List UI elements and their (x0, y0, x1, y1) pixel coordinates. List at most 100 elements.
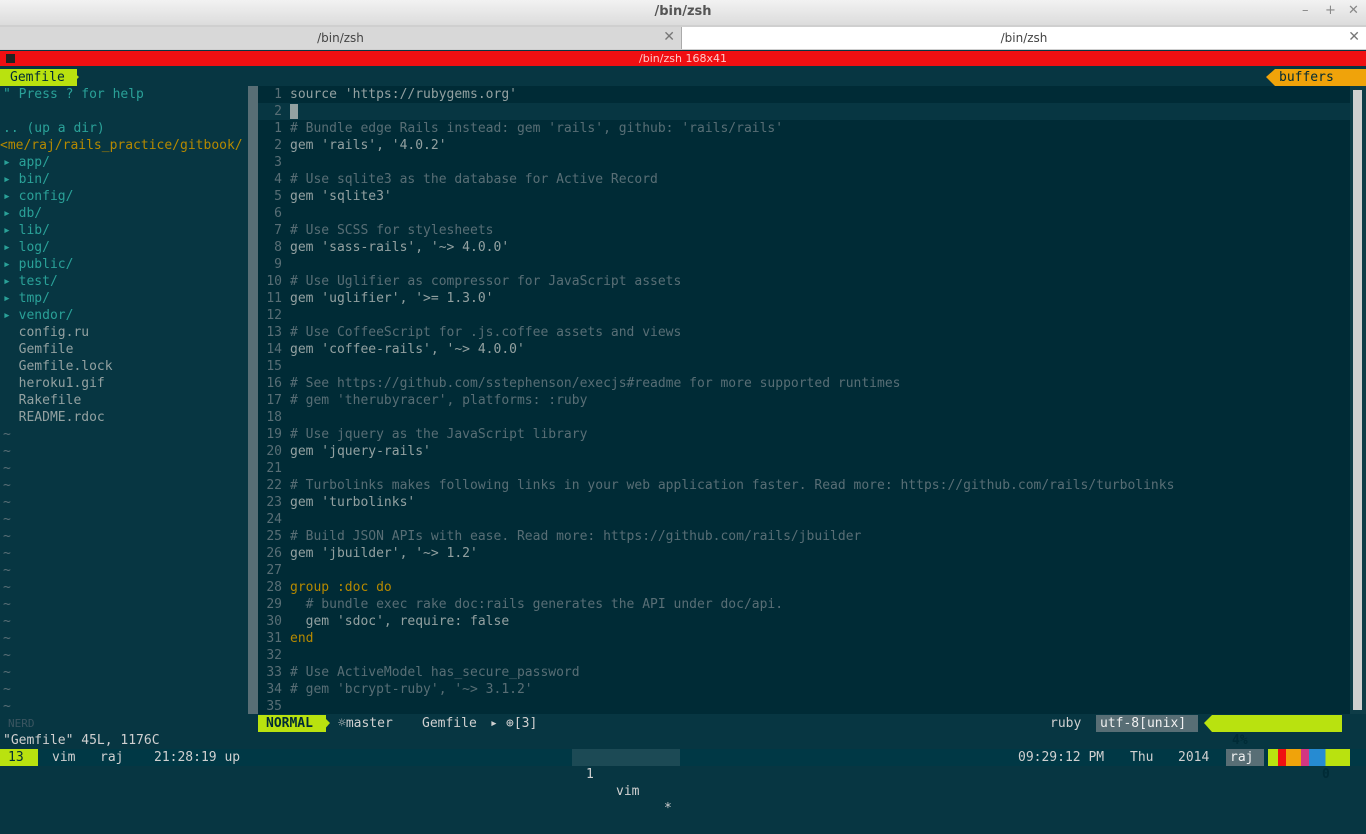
code-line[interactable]: 24 (258, 511, 1350, 528)
nerdtree-item[interactable]: Gemfile (3, 341, 74, 358)
minimize-icon[interactable]: – (1302, 3, 1309, 18)
nerdtree-item[interactable]: ▸ tmp/ (3, 290, 50, 307)
code-line[interactable]: 8 gem 'sass-rails', '~> 4.0.0' (258, 239, 1350, 256)
editor-buffer[interactable]: 1 source 'https://rubygems.org' 2 1 # Bundle… (258, 86, 1350, 714)
line-number: 2 (274, 138, 282, 153)
maximize-icon[interactable]: + (1325, 3, 1336, 18)
code-line[interactable]: 22 # Turbolinks makes following links in … (258, 477, 1350, 494)
folder-collapsed-icon: ▸ (3, 223, 19, 238)
code-line[interactable]: 9 (258, 256, 1350, 273)
tab-label: /bin/zsh (1000, 31, 1048, 45)
tmux-window-left: vim (52, 750, 76, 765)
code-line[interactable]: 34 # gem 'bcrypt-ruby', '~> 3.1.2' (258, 681, 1350, 698)
code-line[interactable]: 4 # Use sqlite3 as the database for Activ… (258, 171, 1350, 188)
code-line[interactable]: 13 # Use CoffeeScript for .js.coffee asse… (258, 324, 1350, 341)
tab-zsh-2[interactable]: /bin/zsh ✕ (682, 27, 1366, 49)
status-percent: 4% (1232, 733, 1248, 748)
code-line[interactable]: 2 (258, 103, 1350, 120)
status-filetype: ruby (1050, 716, 1082, 731)
code-line[interactable]: 12 (258, 307, 1350, 324)
folder-collapsed-icon: ▸ (3, 257, 19, 272)
code-line[interactable]: 10 # Use Uglifier as compressor for JavaS… (258, 273, 1350, 290)
line-text: # Build JSON APIs with ease. Read more: … (290, 529, 862, 544)
line-text: gem 'coffee-rails', '~> 4.0.0' (290, 342, 525, 357)
tabline-buffers[interactable]: buffers (1275, 69, 1366, 86)
line-number: 6 (274, 206, 282, 221)
nerdtree-item[interactable]: ▸ log/ (3, 239, 50, 256)
line-number: 31 (266, 631, 282, 646)
nerdtree-item[interactable]: ▸ test/ (3, 273, 58, 290)
nerdtree-item-label: config/ (18, 189, 74, 204)
code-line[interactable]: 11 gem 'uglifier', '>= 1.3.0' (258, 290, 1350, 307)
nerdtree-root[interactable]: <me/raj/rails_practice/gitbook/ (0, 137, 243, 154)
tmux-uptime: 21:28:19 up (154, 750, 241, 765)
nerdtree-item[interactable]: ▸ app/ (3, 154, 50, 171)
code-line[interactable]: 33 # Use ActiveModel has_secure_password (258, 664, 1350, 681)
nerdtree-item[interactable]: ▸ vendor/ (3, 307, 73, 324)
code-line[interactable]: 2 gem 'rails', '4.0.2' (258, 137, 1350, 154)
tmux-year: 2014 (1178, 750, 1210, 765)
line-number: 17 (266, 393, 282, 408)
nerdtree-item[interactable]: heroku1.gif (3, 375, 105, 392)
line-number: 27 (266, 563, 282, 578)
line-number: 1 (274, 87, 282, 102)
nerdtree-item[interactable]: ▸ config/ (3, 188, 73, 205)
nerdtree-status: NERD (8, 717, 35, 730)
nerdtree-item[interactable]: ▸ public/ (3, 256, 73, 273)
nerdtree-item-label: heroku1.gif (18, 376, 105, 391)
nerdtree-item[interactable]: README.rdoc (3, 409, 105, 426)
scrollbar-thumb[interactable] (1353, 90, 1362, 710)
empty-line-tilde: ~ (3, 699, 11, 714)
nerdtree-item[interactable]: Rakefile (3, 392, 82, 409)
empty-line-tilde: ~ (3, 478, 11, 493)
line-number: 30 (266, 614, 282, 629)
code-line[interactable]: 32 (258, 647, 1350, 664)
nerdtree-item[interactable]: ▸ lib/ (3, 222, 50, 239)
tabline-file[interactable]: Gemfile (0, 69, 77, 86)
code-line[interactable]: 17 # gem 'therubyracer', platforms: :ruby (258, 392, 1350, 409)
tmux-window-tab[interactable]: 1 vim * (572, 749, 680, 816)
close-tab-icon[interactable]: ✕ (1348, 29, 1360, 45)
vim-cmdline[interactable]: "Gemfile" 45L, 1176C (3, 732, 160, 749)
code-line[interactable]: 6 (258, 205, 1350, 222)
line-number: 9 (274, 257, 282, 272)
line-text: gem 'jbuilder', '~> 1.2' (290, 546, 478, 561)
code-line[interactable]: 25 # Build JSON APIs with ease. Read more… (258, 528, 1350, 545)
code-line[interactable]: 27 (258, 562, 1350, 579)
code-line[interactable]: 30 gem 'sdoc', require: false (258, 613, 1350, 630)
code-line[interactable]: 1 # Bundle edge Rails instead: gem 'rails… (258, 120, 1350, 137)
line-number: 24 (266, 512, 282, 527)
code-line[interactable]: 23 gem 'turbolinks' (258, 494, 1350, 511)
nerdtree-item-label: Gemfile.lock (18, 359, 113, 374)
code-line[interactable]: 29 # bundle exec rake doc:rails generate… (258, 596, 1350, 613)
code-line[interactable]: 35 (258, 698, 1350, 714)
tab-zsh-1[interactable]: /bin/zsh ✕ (0, 27, 682, 49)
code-line[interactable]: 31 end (258, 630, 1350, 647)
code-line[interactable]: 20 gem 'jquery-rails' (258, 443, 1350, 460)
tmux-statusbar: 13 vim raj 21:28:19 up 1 vim * 09:29:12 … (0, 749, 1366, 816)
code-line[interactable]: 26 gem 'jbuilder', '~> 1.2' (258, 545, 1350, 562)
tmux-session[interactable]: 13 (0, 749, 38, 766)
nerdtree-item[interactable]: ▸ db/ (3, 205, 42, 222)
nerdtree-item-label: config.ru (18, 325, 90, 340)
code-line[interactable]: 15 (258, 358, 1350, 375)
nerdtree-item[interactable]: ▸ bin/ (3, 171, 50, 188)
code-line[interactable]: 19 # Use jquery as the JavaScript library (258, 426, 1350, 443)
nerdtree-item[interactable]: config.ru (3, 324, 89, 341)
line-text: group :doc do (290, 580, 392, 595)
code-line[interactable]: 7 # Use SCSS for stylesheets (258, 222, 1350, 239)
scrollbar[interactable]: ▲ (1350, 86, 1366, 714)
split-separator[interactable] (248, 86, 258, 714)
close-tab-icon[interactable]: ✕ (663, 29, 675, 45)
code-line[interactable]: 5 gem 'sqlite3' (258, 188, 1350, 205)
code-line[interactable]: 28 group :doc do (258, 579, 1350, 596)
close-window-icon[interactable]: ✕ (1348, 3, 1359, 18)
code-line[interactable]: 16 # See https://github.com/sstephenson/e… (258, 375, 1350, 392)
code-line[interactable]: 14 gem 'coffee-rails', '~> 4.0.0' (258, 341, 1350, 358)
code-line[interactable]: 21 (258, 460, 1350, 477)
code-line[interactable]: 18 (258, 409, 1350, 426)
code-line[interactable]: 3 (258, 154, 1350, 171)
code-line[interactable]: 1 source 'https://rubygems.org' (258, 86, 1350, 103)
nerdtree-item[interactable]: Gemfile.lock (3, 358, 113, 375)
nerdtree-up-dir[interactable]: .. (up a dir) (3, 120, 105, 137)
